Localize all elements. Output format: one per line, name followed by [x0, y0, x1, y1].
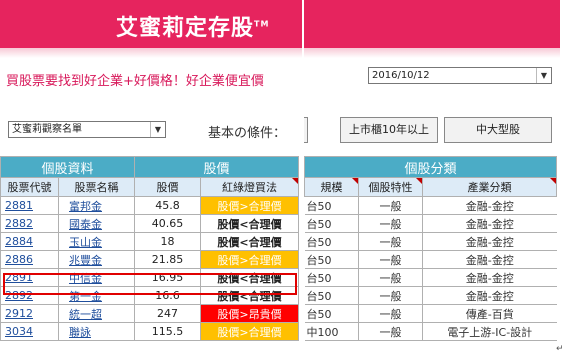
trait-cell: 一般 — [358, 322, 423, 341]
stock-name-link[interactable]: 聯詠 — [57, 322, 136, 341]
classification-row: 台50 一般 金融-金控 — [304, 286, 557, 305]
brand-title: 艾蜜莉定存股TM — [116, 10, 269, 42]
date-select[interactable]: 2016/10/12 ▼ — [368, 67, 552, 84]
classification-row: 台50 一般 金融-金控 — [304, 214, 557, 233]
stock-name-link[interactable]: 富邦金 — [57, 196, 136, 215]
classification-row: 台50 一般 金融-金控 — [304, 196, 557, 215]
column-header-name: 股票名稱 — [57, 177, 136, 197]
industry-cell: 金融-金控 — [422, 286, 557, 305]
signal-badge: 股價<合理價 — [200, 214, 300, 233]
industry-cell: 金融-金控 — [422, 214, 557, 233]
classification-row: 台50 一般 傳產-百貨 — [304, 304, 557, 323]
banner-shadow-right — [304, 48, 560, 58]
trait-cell: 一般 — [358, 232, 423, 251]
signal-badge: 股價>合理價 — [200, 322, 300, 341]
column-header-industry: 產業分類 — [422, 177, 557, 197]
stock-code-link[interactable]: 3034 — [0, 322, 59, 341]
stock-name-link[interactable]: 統一超 — [57, 304, 136, 323]
watchlist-select-value: 艾蜜莉觀察名單 — [12, 124, 82, 135]
highlight-box — [3, 273, 297, 295]
classification-row: 台50 一般 金融-金控 — [304, 268, 557, 287]
trait-cell: 一般 — [358, 196, 423, 215]
chevron-down-icon[interactable]: ▼ — [536, 68, 551, 83]
date-select-value: 2016/10/12 — [372, 70, 430, 81]
listed-10-years-button[interactable]: 上市櫃10年以上 — [340, 117, 438, 143]
scale-cell: 台50 — [304, 286, 359, 305]
scale-cell: 中100 — [304, 322, 359, 341]
trait-cell: 一般 — [358, 250, 423, 269]
scale-cell: 台50 — [304, 232, 359, 251]
brand-text: 艾蜜莉定存股 — [116, 16, 255, 41]
chevron-down-icon[interactable]: ▼ — [150, 122, 165, 137]
stock-code-link[interactable]: 2886 — [0, 250, 59, 269]
stock-code-link[interactable]: 2882 — [0, 214, 59, 233]
classification-row: 中100 一般 電子上游-IC-設計 — [304, 322, 557, 341]
signal-badge: 股價>合理價 — [200, 250, 300, 269]
stock-name-link[interactable]: 玉山金 — [57, 232, 136, 251]
classification-row: 台50 一般 金融-金控 — [304, 232, 557, 251]
paragraph-mark: ↵ — [556, 344, 564, 354]
stock-row: 2886 兆豐金 21.85 股價>合理價 — [0, 250, 300, 269]
group-header-price: 股價 — [134, 156, 300, 178]
stock-name-link[interactable]: 國泰金 — [57, 214, 136, 233]
scale-cell: 台50 — [304, 250, 359, 269]
column-header-code: 股票代號 — [0, 177, 59, 197]
industry-cell: 電子上游-IC-設計 — [422, 322, 557, 341]
stock-code-link[interactable]: 2884 — [0, 232, 59, 251]
criteria-button-partial[interactable] — [304, 117, 308, 143]
stock-table: 個股資料 股價 股票代號 股票名稱 股價 紅綠燈買法 2881 富邦金 45.8 股價… — [0, 156, 300, 341]
industry-cell: 金融-金控 — [422, 268, 557, 287]
large-cap-button[interactable]: 中大型股 — [444, 117, 552, 143]
signal-badge: 股價<合理價 — [200, 232, 300, 251]
stock-price: 21.85 — [134, 250, 202, 269]
stock-price: 247 — [134, 304, 202, 323]
stock-name-link[interactable]: 兆豐金 — [57, 250, 136, 269]
signal-badge: 股價>合理價 — [200, 196, 300, 215]
stock-price: 40.65 — [134, 214, 202, 233]
stock-row: 2884 玉山金 18 股價<合理價 — [0, 232, 300, 251]
industry-cell: 傳產-百貨 — [422, 304, 557, 323]
right-sheet-panel: 2016/10/12 ▼ 上市櫃10年以上 中大型股 個股分類 規模 個股特性 … — [304, 0, 560, 364]
trait-cell: 一般 — [358, 304, 423, 323]
industry-cell: 金融-金控 — [422, 250, 557, 269]
stock-row: 2881 富邦金 45.8 股價>合理價 — [0, 196, 300, 215]
brand-tm: TM — [254, 19, 270, 29]
stock-price: 45.8 — [134, 196, 202, 215]
trait-cell: 一般 — [358, 268, 423, 287]
banner-shadow — [0, 48, 302, 58]
scale-cell: 台50 — [304, 304, 359, 323]
stock-price: 18 — [134, 232, 202, 251]
watchlist-select[interactable]: 艾蜜莉觀察名單 ▼ — [8, 121, 166, 138]
scale-cell: 台50 — [304, 268, 359, 287]
scale-cell: 台50 — [304, 196, 359, 215]
group-header-info: 個股資料 — [0, 156, 136, 178]
industry-cell: 金融-金控 — [422, 196, 557, 215]
left-sheet-panel: 艾蜜莉定存股TM 買股票要找到好企業+好價格！好企業便宜價 艾蜜莉觀察名單 ▼ … — [0, 0, 302, 364]
banner-continuation — [304, 0, 560, 48]
column-header-price: 股價 — [134, 177, 202, 197]
signal-badge: 股價>昂貴價 — [200, 304, 300, 323]
scale-cell: 台50 — [304, 214, 359, 233]
classification-table: 個股分類 規模 個股特性 產業分類 台50 一般 金融-金控 台50 一般 金融-金控 台5… — [304, 156, 557, 341]
stock-code-link[interactable]: 2912 — [0, 304, 59, 323]
stock-code-link[interactable]: 2881 — [0, 196, 59, 215]
stock-row: 2912 統一超 247 股價>昂貴價 — [0, 304, 300, 323]
stock-row: 3034 聯詠 115.5 股價>合理價 — [0, 322, 300, 341]
slogan-text: 買股票要找到好企業+好價格！好企業便宜價 — [6, 74, 264, 89]
column-header-signal: 紅綠燈買法 — [200, 177, 300, 197]
stock-price: 115.5 — [134, 322, 202, 341]
stock-row: 2882 國泰金 40.65 股價<合理價 — [0, 214, 300, 233]
column-header-scale: 規模 — [304, 177, 359, 197]
trait-cell: 一般 — [358, 286, 423, 305]
group-header-classification: 個股分類 — [304, 156, 557, 178]
classification-row: 台50 一般 金融-金控 — [304, 250, 557, 269]
criteria-label: 基本の條件： — [208, 126, 287, 141]
industry-cell: 金融-金控 — [422, 232, 557, 251]
column-header-trait: 個股特性 — [358, 177, 423, 197]
trait-cell: 一般 — [358, 214, 423, 233]
brand-banner: 艾蜜莉定存股TM — [0, 0, 302, 48]
